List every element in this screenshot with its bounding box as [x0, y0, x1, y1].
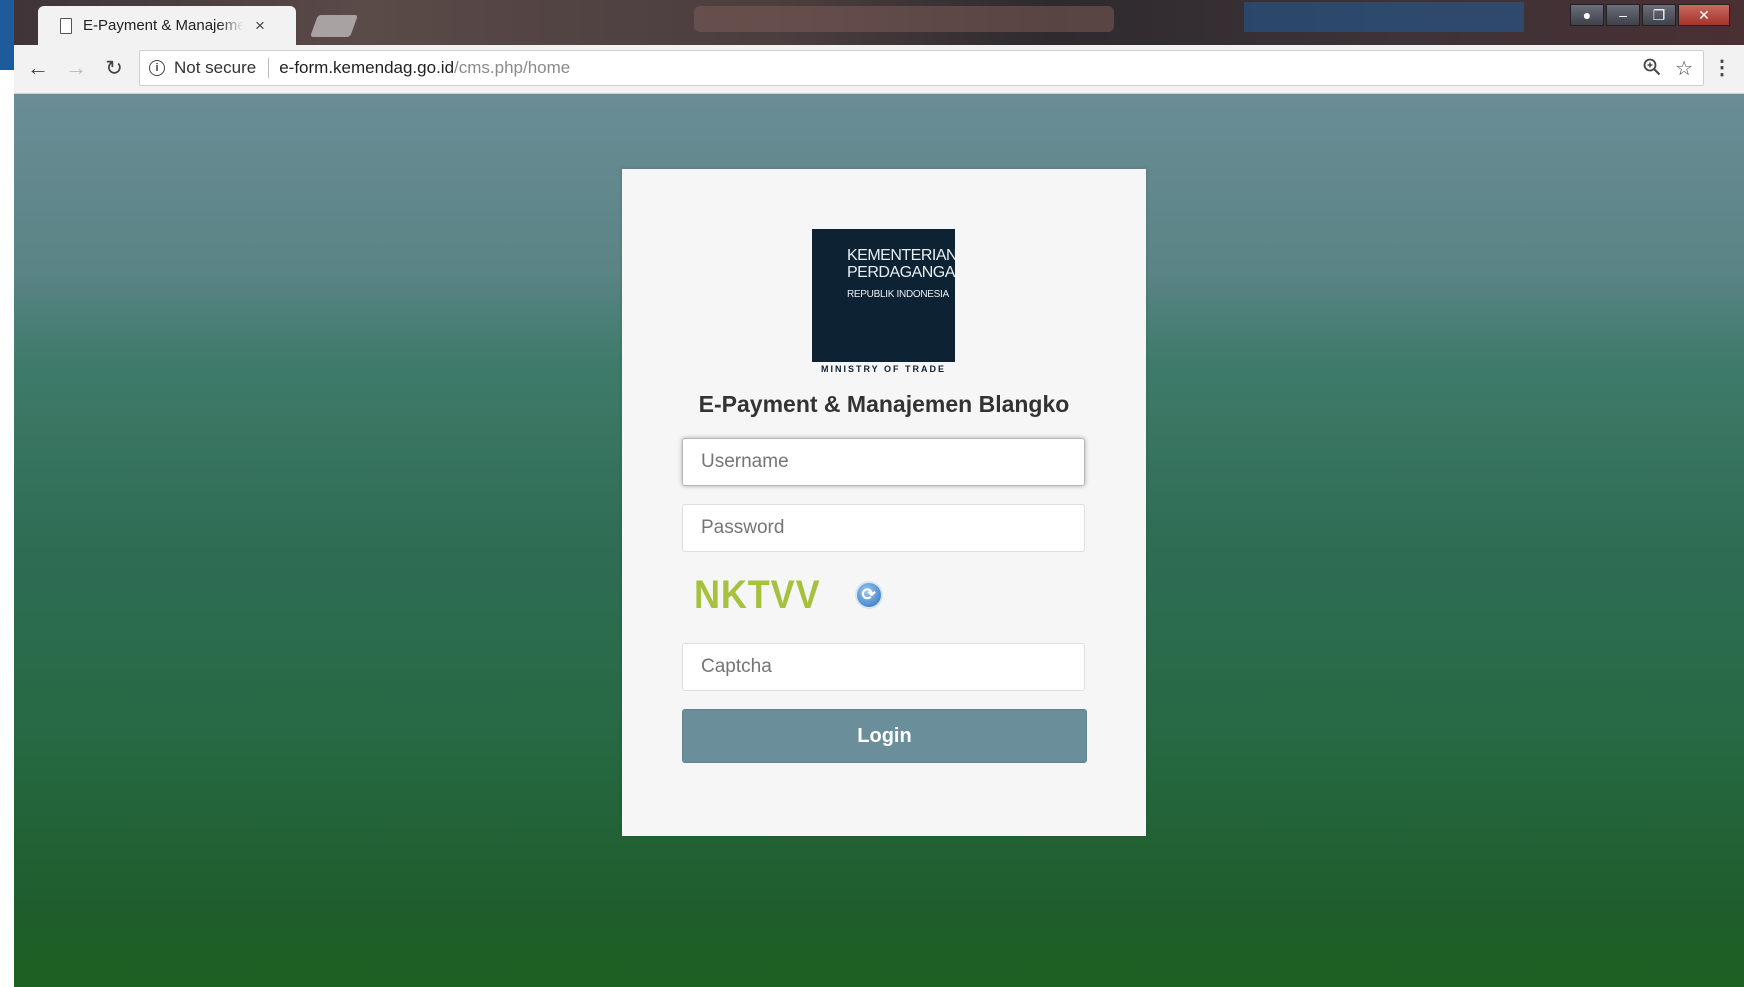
user-icon[interactable]: ● [1570, 4, 1604, 26]
url-path: /cms.php/home [454, 58, 571, 77]
password-input[interactable] [682, 504, 1085, 552]
page-icon [60, 17, 72, 34]
zoom-icon[interactable] [1643, 58, 1661, 81]
back-arrow-icon[interactable]: ← [24, 54, 52, 82]
restore-button[interactable]: ❐ [1642, 4, 1676, 26]
logo-line-1: KEMENTERIAN [847, 247, 955, 264]
titlebar-background [1244, 2, 1524, 32]
new-tab-button[interactable] [309, 15, 359, 37]
tab-active[interactable]: E-Payment & Manajemen Blangko × [38, 6, 296, 45]
logo-box: KEMENTERIAN PERDAGANGAN REPUBLIK INDONES… [812, 229, 955, 362]
captcha-input[interactable] [682, 643, 1085, 691]
page-background: KEMENTERIAN PERDAGANGAN REPUBLIK INDONES… [14, 94, 1744, 987]
address-bar[interactable]: i Not secure e-form.kemendag.go.id /cms.… [139, 50, 1704, 86]
ministry-logo: KEMENTERIAN PERDAGANGAN REPUBLIK INDONES… [812, 229, 955, 375]
refresh-captcha-icon[interactable]: ⟳ [854, 581, 883, 609]
tab-close-icon[interactable]: × [255, 16, 265, 36]
login-button[interactable]: Login [682, 709, 1087, 763]
bookmark-star-icon[interactable]: ☆ [1675, 56, 1693, 81]
captcha-row: NKTVV ⟳ [694, 572, 883, 618]
username-input[interactable] [682, 438, 1085, 486]
url-host: e-form.kemendag.go.id [279, 58, 455, 77]
window-controls: ● – ❐ ✕ [1570, 4, 1730, 26]
browser-titlebar: E-Payment & Manajemen Blangko × ● – ❐ ✕ [14, 0, 1744, 45]
logo-caption: MINISTRY OF TRADE [820, 364, 946, 374]
login-card: KEMENTERIAN PERDAGANGAN REPUBLIK INDONES… [622, 169, 1146, 836]
window-left-edge [0, 0, 14, 987]
menu-icon[interactable]: ⋮ [1712, 55, 1732, 80]
forward-arrow-icon[interactable]: → [62, 54, 90, 82]
titlebar-background [694, 6, 1114, 32]
page-title: E-Payment & Manajemen Blangko [698, 391, 1070, 417]
close-window-button[interactable]: ✕ [1678, 4, 1730, 26]
reload-icon[interactable]: ↻ [100, 54, 128, 82]
divider [268, 58, 270, 78]
security-label[interactable]: Not secure [174, 58, 256, 78]
tab-title: E-Payment & Manajemen Blangko [83, 17, 243, 34]
info-icon[interactable]: i [149, 60, 165, 76]
captcha-image: NKTVV [694, 572, 821, 617]
logo-line-3: REPUBLIK INDONESIA [847, 289, 949, 300]
browser-toolbar: ← → ↻ i Not secure e-form.kemendag.go.id… [14, 45, 1744, 94]
logo-line-2: PERDAGANGAN [847, 264, 955, 281]
minimize-button[interactable]: – [1606, 4, 1640, 26]
